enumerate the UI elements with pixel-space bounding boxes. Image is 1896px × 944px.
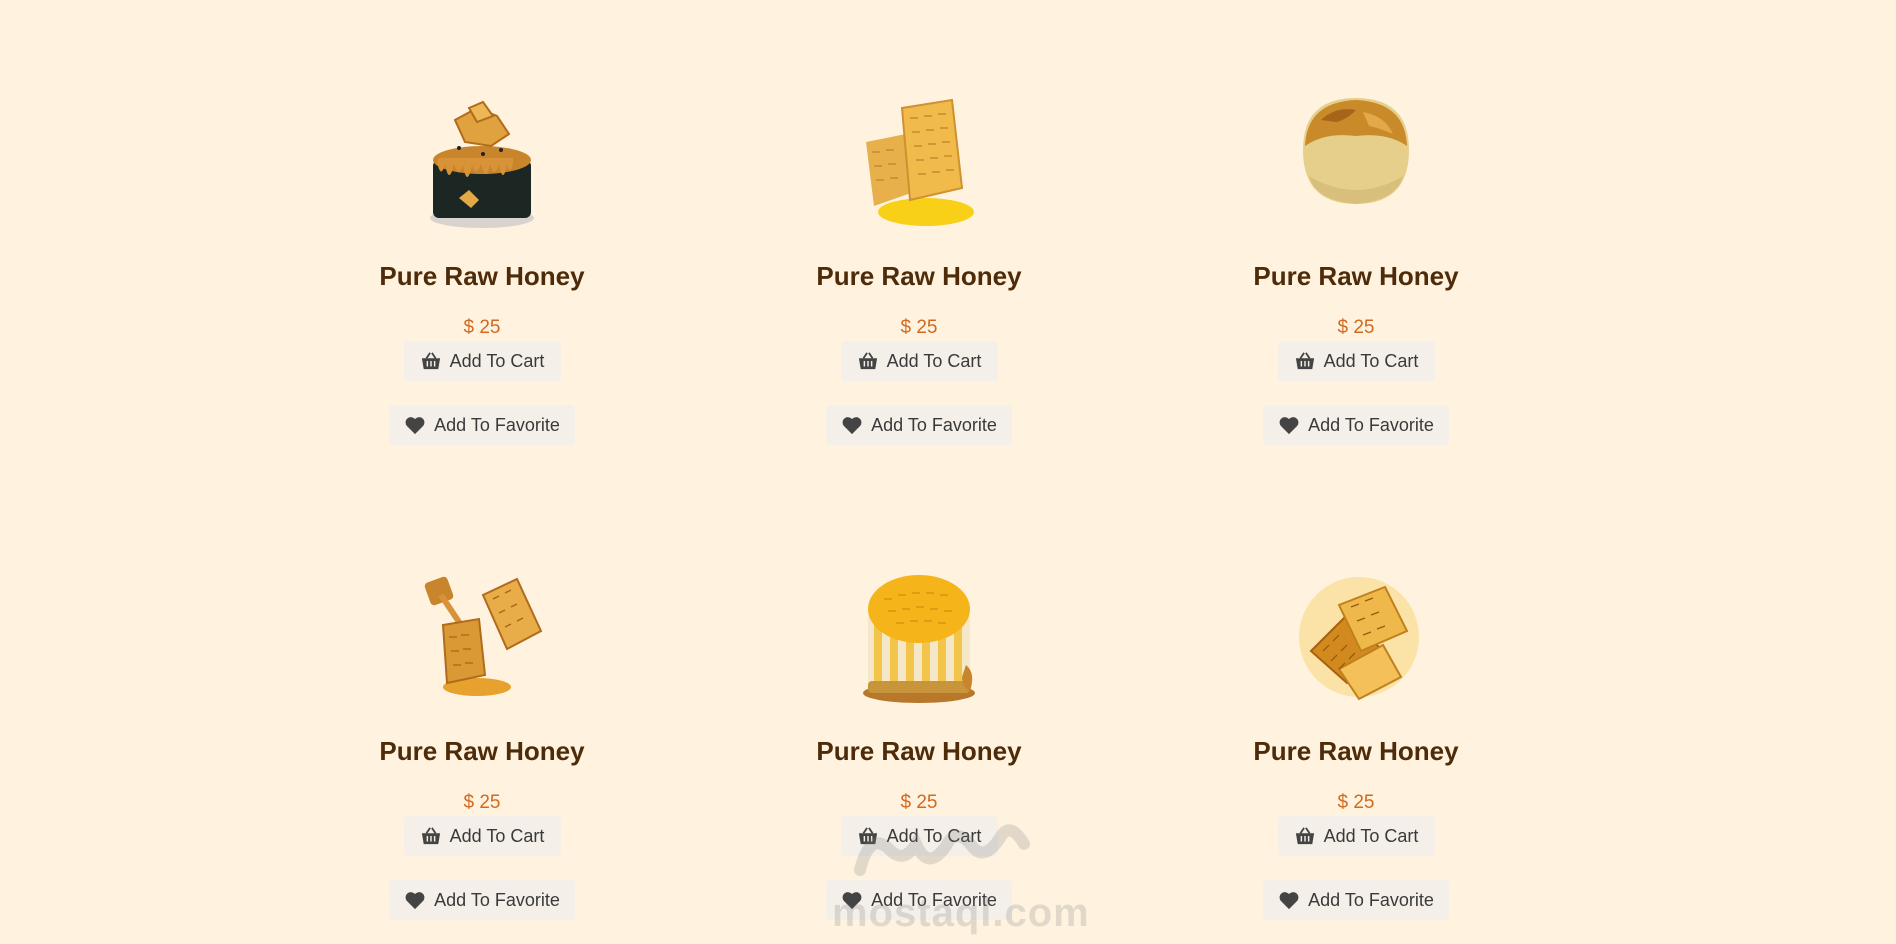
- product-image-honeycomb-cheesecake[interactable]: [844, 565, 994, 715]
- add-to-favorite-button[interactable]: Add To Favorite: [1263, 405, 1449, 445]
- product-card: Pure Raw Honey $ 25 Add To Cart Add To F…: [789, 565, 1049, 920]
- add-to-favorite-button[interactable]: Add To Favorite: [826, 880, 1012, 920]
- product-price: $ 25: [900, 317, 938, 338]
- add-to-favorite-button[interactable]: Add To Favorite: [389, 405, 575, 445]
- basket-icon: [858, 352, 877, 370]
- add-to-favorite-button[interactable]: Add To Favorite: [389, 880, 575, 920]
- product-card: Pure Raw Honey $ 25 Add To Cart Add To F…: [352, 90, 612, 445]
- product-card: Pure Raw Honey $ 25 Add To Cart Add To F…: [352, 565, 612, 920]
- product-price: $ 25: [463, 317, 501, 338]
- product-image-honeycomb-with-dipper[interactable]: [407, 565, 557, 715]
- add-to-cart-button[interactable]: Add To Cart: [403, 816, 561, 856]
- add-to-cart-button[interactable]: Add To Cart: [1277, 341, 1435, 381]
- product-price: $ 25: [1337, 792, 1375, 813]
- product-title: Pure Raw Honey: [816, 736, 1022, 766]
- product-price: $ 25: [463, 792, 501, 813]
- add-to-favorite-label: Add To Favorite: [1308, 889, 1434, 910]
- basket-icon: [421, 352, 440, 370]
- add-to-favorite-label: Add To Favorite: [1308, 414, 1434, 435]
- heart-icon: [405, 417, 425, 435]
- basket-icon: [1295, 352, 1314, 370]
- add-to-favorite-label: Add To Favorite: [871, 889, 997, 910]
- add-to-cart-button[interactable]: Add To Cart: [403, 341, 561, 381]
- product-image-honeycomb-chunks[interactable]: [844, 90, 994, 240]
- add-to-favorite-button[interactable]: Add To Favorite: [1263, 880, 1449, 920]
- add-to-favorite-label: Add To Favorite: [434, 414, 560, 435]
- heart-icon: [842, 417, 862, 435]
- heart-icon: [1279, 417, 1299, 435]
- add-to-cart-label: Add To Cart: [449, 825, 545, 846]
- add-to-cart-button[interactable]: Add To Cart: [840, 341, 998, 381]
- product-price: $ 25: [900, 792, 938, 813]
- product-image-honey-drip-cake[interactable]: [407, 90, 557, 240]
- product-image-honeycomb-pieces[interactable]: [1281, 565, 1431, 715]
- add-to-cart-label: Add To Cart: [1323, 825, 1419, 846]
- add-to-cart-button[interactable]: Add To Cart: [840, 816, 998, 856]
- heart-icon: [405, 892, 425, 910]
- product-title: Pure Raw Honey: [379, 261, 585, 291]
- product-grid-page: Pure Raw Honey $ 25 Add To Cart Add To F…: [0, 0, 1896, 944]
- product-image-golden-pastry[interactable]: [1281, 90, 1431, 240]
- add-to-cart-label: Add To Cart: [886, 825, 982, 846]
- add-to-cart-button[interactable]: Add To Cart: [1277, 816, 1435, 856]
- heart-icon: [842, 892, 862, 910]
- product-title: Pure Raw Honey: [1253, 261, 1459, 291]
- product-title: Pure Raw Honey: [1253, 736, 1459, 766]
- basket-icon: [1295, 827, 1314, 845]
- add-to-cart-label: Add To Cart: [1323, 350, 1419, 371]
- add-to-cart-label: Add To Cart: [449, 350, 545, 371]
- heart-icon: [1279, 892, 1299, 910]
- product-card: Pure Raw Honey $ 25 Add To Cart Add To F…: [1226, 90, 1486, 445]
- product-card: Pure Raw Honey $ 25 Add To Cart Add To F…: [789, 90, 1049, 445]
- add-to-cart-label: Add To Cart: [886, 350, 982, 371]
- product-card: Pure Raw Honey $ 25 Add To Cart Add To F…: [1226, 565, 1486, 920]
- add-to-favorite-button[interactable]: Add To Favorite: [826, 405, 1012, 445]
- add-to-favorite-label: Add To Favorite: [434, 889, 560, 910]
- add-to-favorite-label: Add To Favorite: [871, 414, 997, 435]
- basket-icon: [421, 827, 440, 845]
- product-title: Pure Raw Honey: [816, 261, 1022, 291]
- product-title: Pure Raw Honey: [379, 736, 585, 766]
- basket-icon: [858, 827, 877, 845]
- product-price: $ 25: [1337, 317, 1375, 338]
